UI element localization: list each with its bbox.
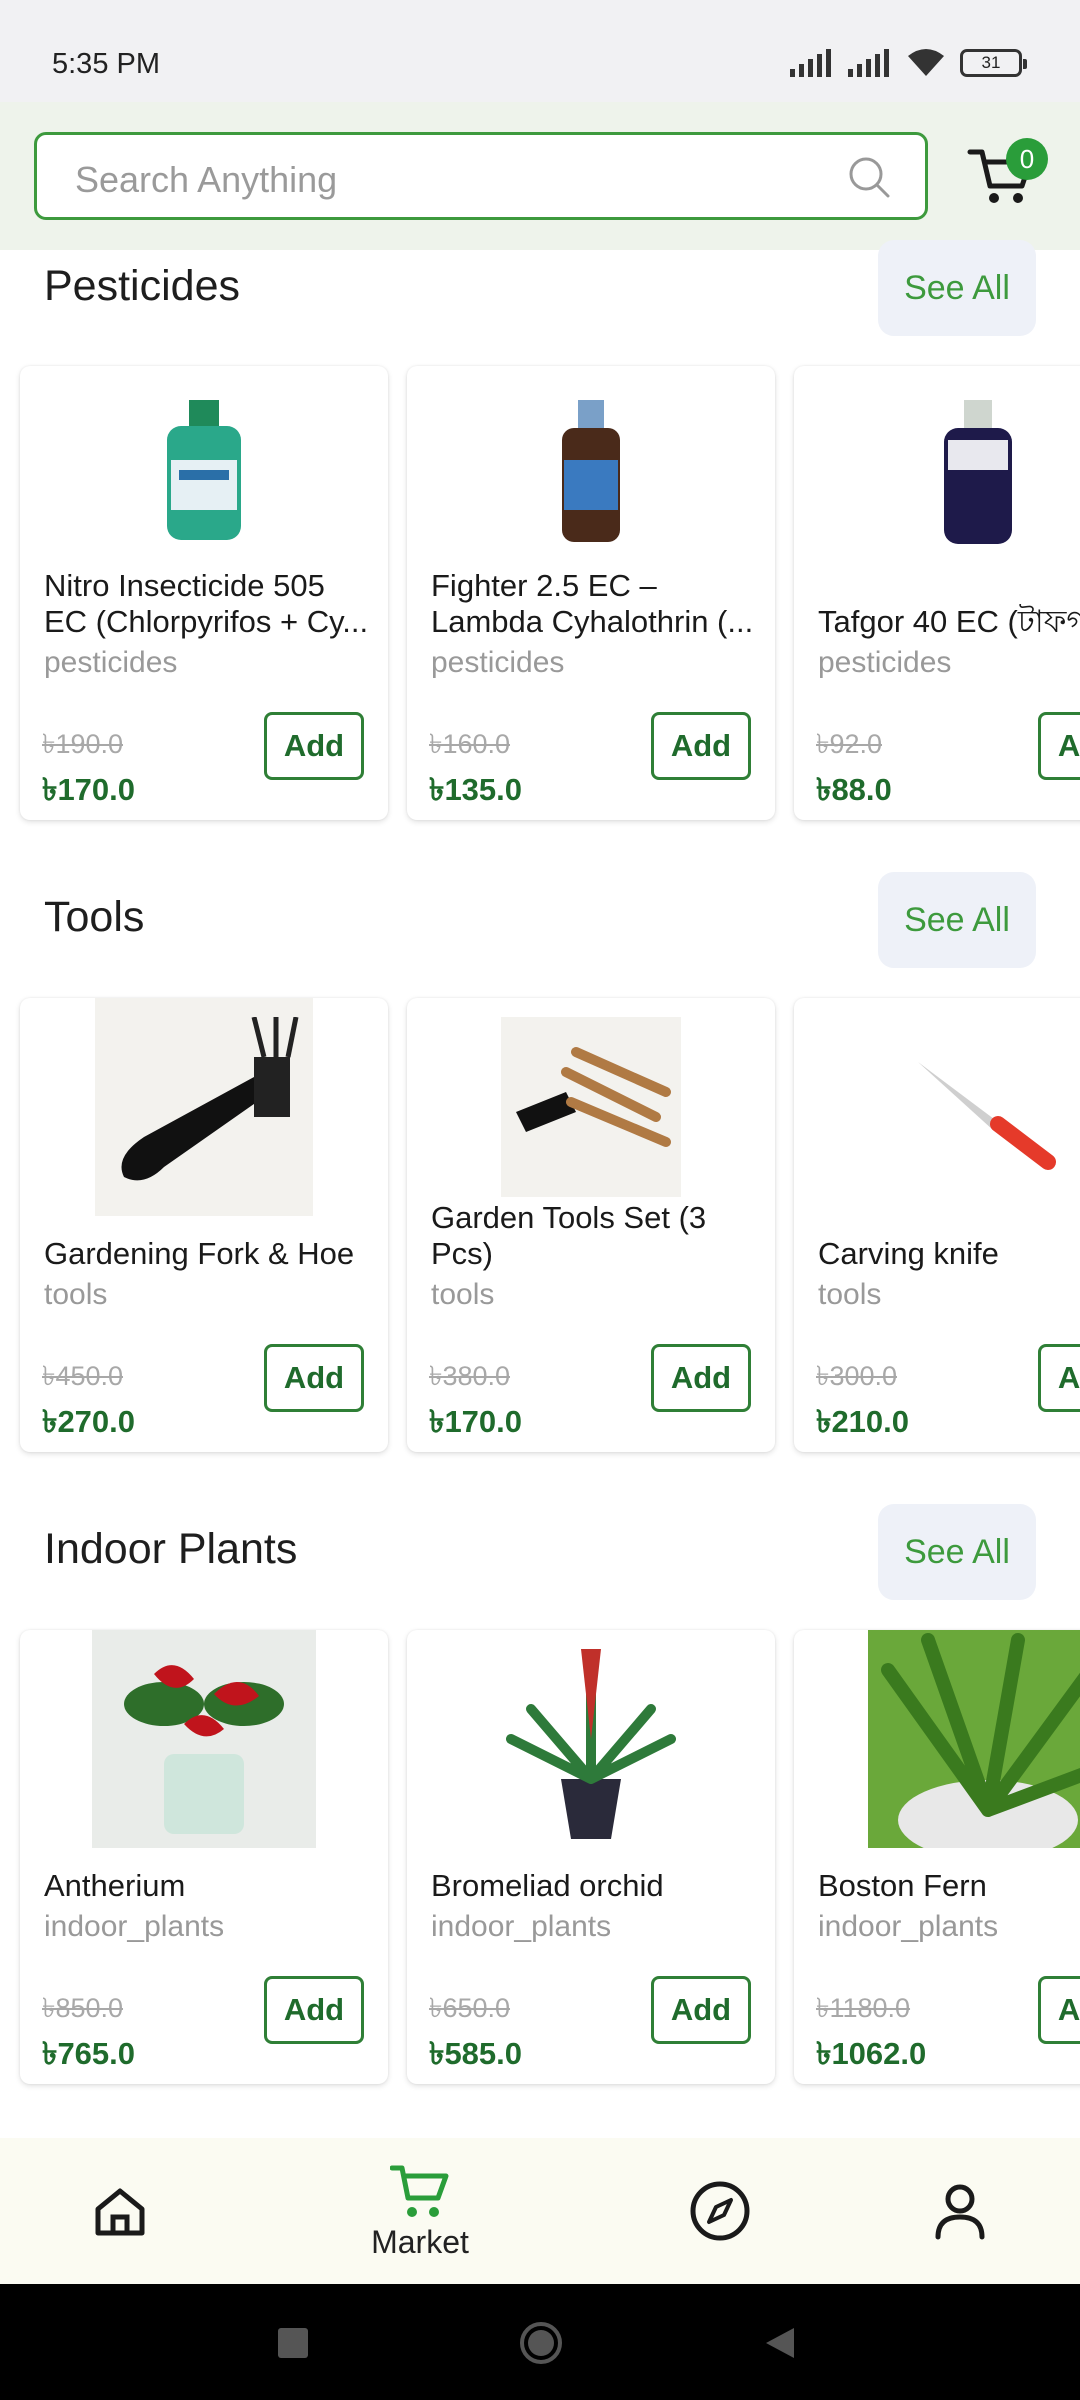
nav-home[interactable] bbox=[60, 2138, 180, 2284]
product-card[interactable]: Bromeliad orchid indoor_plants ৳650.0 ৳5… bbox=[407, 1630, 775, 2084]
nav-market-label: Market bbox=[371, 2223, 469, 2260]
wifi-icon bbox=[908, 49, 944, 76]
search-icon[interactable] bbox=[847, 155, 891, 199]
product-old-price: ৳190.0 bbox=[42, 729, 124, 759]
product-old-price: ৳850.0 bbox=[42, 1993, 124, 2023]
product-old-price: ৳1180.0 bbox=[816, 1993, 911, 2023]
battery-icon: 31 bbox=[960, 49, 1027, 77]
product-image bbox=[794, 366, 1080, 584]
product-price: ৳270.0 bbox=[42, 1404, 136, 1439]
product-image bbox=[794, 998, 1080, 1216]
app-screen: 5:35 PM 31 Search Anything 0 Pesticides … bbox=[0, 0, 1080, 2400]
search-placeholder: Search Anything bbox=[75, 159, 338, 200]
product-category: tools bbox=[818, 1278, 882, 1311]
recents-icon[interactable] bbox=[278, 2328, 308, 2358]
product-name: Boston Fern bbox=[818, 1868, 987, 1903]
cart-icon bbox=[390, 2165, 449, 2217]
product-image bbox=[20, 1630, 388, 1848]
product-card[interactable]: Antherium indoor_plants ৳850.0 ৳765.0 Ad… bbox=[20, 1630, 388, 2084]
signal-icon bbox=[790, 49, 831, 77]
add-to-cart-button[interactable]: Add bbox=[264, 1344, 364, 1412]
nav-market[interactable]: Market bbox=[340, 2138, 500, 2284]
product-price: ৳170.0 bbox=[42, 772, 136, 807]
product-image bbox=[407, 1630, 775, 1848]
product-name: Bromeliad orchid bbox=[431, 1868, 664, 1903]
back-icon[interactable] bbox=[764, 2326, 796, 2360]
section-title-pesticides: Pesticides bbox=[44, 262, 240, 310]
see-all-indoor-plants-button[interactable]: See All bbox=[878, 1504, 1036, 1600]
product-old-price: ৳380.0 bbox=[429, 1361, 511, 1391]
product-name: Tafgor 40 EC (টাফগ bbox=[818, 604, 1080, 639]
app-header: Search Anything 0 bbox=[0, 102, 1080, 250]
compass-icon bbox=[690, 2181, 750, 2241]
home-button-icon[interactable] bbox=[520, 2322, 562, 2364]
product-old-price: ৳650.0 bbox=[429, 1993, 511, 2023]
product-name: Nitro Insecticide 505 EC (Chlorpyrifos +… bbox=[44, 568, 369, 639]
add-to-cart-button[interactable]: Add bbox=[1038, 712, 1080, 780]
product-price: ৳210.0 bbox=[816, 1404, 910, 1439]
product-old-price: ৳92.0 bbox=[816, 729, 882, 759]
product-category: tools bbox=[44, 1278, 108, 1311]
product-name: Antherium bbox=[44, 1868, 186, 1903]
signal-icon-2 bbox=[848, 49, 889, 77]
product-price: ৳170.0 bbox=[429, 1404, 523, 1439]
add-to-cart-button[interactable]: Add bbox=[264, 712, 364, 780]
product-price: ৳585.0 bbox=[429, 2036, 523, 2071]
product-category: pesticides bbox=[818, 646, 952, 679]
battery-level: 31 bbox=[981, 53, 1001, 72]
product-card[interactable]: Garden Tools Set (3 Pcs) tools ৳380.0 ৳1… bbox=[407, 998, 775, 1452]
cart-badge: 0 bbox=[1006, 138, 1048, 180]
add-to-cart-button[interactable]: Add bbox=[651, 1344, 751, 1412]
system-nav-bar bbox=[0, 2284, 1080, 2400]
section-title-indoor-plants: Indoor Plants bbox=[44, 1525, 298, 1573]
product-price: ৳765.0 bbox=[42, 2036, 136, 2071]
product-price: ৳1062.0 bbox=[816, 2036, 927, 2071]
add-to-cart-button[interactable]: Add bbox=[651, 712, 751, 780]
product-image bbox=[407, 366, 775, 584]
product-name: Gardening Fork & Hoe bbox=[44, 1236, 355, 1271]
user-icon bbox=[935, 2184, 985, 2240]
status-icons: 31 bbox=[790, 48, 1027, 78]
add-to-cart-button[interactable]: Add bbox=[651, 1976, 751, 2044]
product-image bbox=[20, 998, 388, 1216]
product-category: indoor_plants bbox=[44, 1910, 225, 1943]
nav-explore[interactable] bbox=[660, 2138, 780, 2284]
see-all-pesticides-button[interactable]: See All bbox=[878, 240, 1036, 336]
product-category: indoor_plants bbox=[431, 1910, 612, 1943]
product-old-price: ৳450.0 bbox=[42, 1361, 124, 1391]
nav-profile[interactable] bbox=[900, 2138, 1020, 2284]
product-card[interactable]: Gardening Fork & Hoe tools ৳450.0 ৳270.0… bbox=[20, 998, 388, 1452]
home-icon bbox=[95, 2188, 145, 2236]
product-old-price: ৳160.0 bbox=[429, 729, 511, 759]
product-card[interactable]: Tafgor 40 EC (টাফগ pesticides ৳92.0 ৳88.… bbox=[794, 366, 1080, 820]
bottom-nav: Market bbox=[0, 2138, 1080, 2284]
product-card[interactable]: Fighter 2.5 EC – Lambda Cyhalothrin (...… bbox=[407, 366, 775, 820]
product-category: pesticides bbox=[44, 646, 178, 679]
product-card[interactable]: Carving knife tools ৳300.0 ৳210.0 Add bbox=[794, 998, 1080, 1452]
see-all-tools-button[interactable]: See All bbox=[878, 872, 1036, 968]
product-old-price: ৳300.0 bbox=[816, 1361, 898, 1391]
product-card[interactable]: Nitro Insecticide 505 EC (Chlorpyrifos +… bbox=[20, 366, 388, 820]
product-category: pesticides bbox=[431, 646, 565, 679]
product-name: Fighter 2.5 EC – Lambda Cyhalothrin (... bbox=[431, 568, 754, 639]
status-bar: 5:35 PM 31 bbox=[0, 0, 1080, 102]
status-time: 5:35 PM bbox=[52, 48, 160, 80]
section-title-tools: Tools bbox=[44, 893, 145, 941]
product-card[interactable]: Boston Fern indoor_plants ৳1180.0 ৳1062.… bbox=[794, 1630, 1080, 2084]
add-to-cart-button[interactable]: Add bbox=[264, 1976, 364, 2044]
product-category: tools bbox=[431, 1278, 495, 1311]
add-to-cart-button[interactable]: Add bbox=[1038, 1976, 1080, 2044]
product-category: indoor_plants bbox=[818, 1910, 999, 1943]
product-name: Garden Tools Set (3 Pcs) bbox=[431, 1200, 707, 1271]
search-input[interactable]: Search Anything bbox=[34, 132, 928, 220]
product-price: ৳88.0 bbox=[816, 772, 892, 807]
product-name: Carving knife bbox=[818, 1236, 999, 1271]
product-image bbox=[407, 998, 775, 1216]
add-to-cart-button[interactable]: Add bbox=[1038, 1344, 1080, 1412]
product-image bbox=[794, 1630, 1080, 1848]
product-image bbox=[20, 366, 388, 584]
product-price: ৳135.0 bbox=[429, 772, 523, 807]
